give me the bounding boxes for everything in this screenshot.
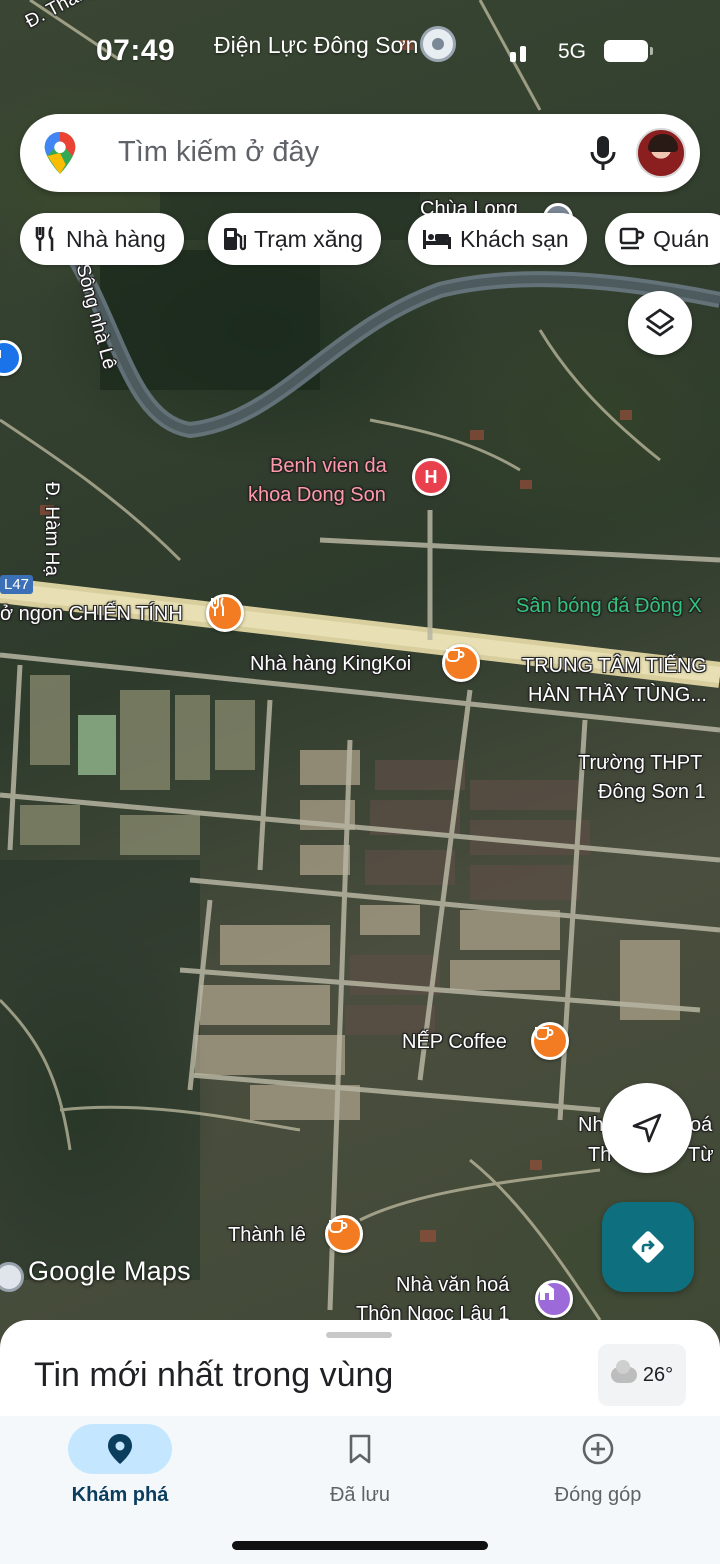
restaurant-poi-icon[interactable]: [206, 594, 244, 632]
nav-tab-saved[interactable]: Đã lưu: [240, 1416, 480, 1526]
road-label-ham-ha: Đ. Hàm Hạ: [41, 482, 62, 576]
layers-icon: [645, 308, 675, 337]
search-bar[interactable]: Tìm kiếm ở đây: [20, 114, 700, 192]
home-indicator[interactable]: [232, 1541, 488, 1550]
place-label-kingkoi: Nhà hàng KingKoi: [250, 653, 412, 675]
weather-badge[interactable]: 26°: [598, 1344, 686, 1406]
place-label-language-center-2: HÀN THẦY TÙNG...: [528, 684, 707, 706]
explore-pin-icon: [108, 1434, 132, 1464]
place-label-partial-oa: oá: [690, 1114, 713, 1136]
network-type: 5G: [558, 40, 587, 63]
cafe-icon: [619, 227, 645, 250]
chip-hotels[interactable]: Khách sạn: [408, 213, 587, 265]
nav-active-pill: [68, 1424, 172, 1474]
bookmark-icon: [349, 1434, 371, 1464]
cafe-poi-icon-thanh-le[interactable]: [325, 1215, 363, 1253]
cultural-house-poi-icon[interactable]: [535, 1280, 573, 1318]
place-label-partial-nh: Nh: [578, 1114, 604, 1136]
nav-tab-contribute[interactable]: Đóng góp: [478, 1416, 718, 1526]
avatar[interactable]: [636, 128, 686, 178]
place-label-thanh-le: Thành lê: [228, 1224, 306, 1246]
gas-station-icon: [224, 228, 246, 251]
nav-label: Khám phá: [71, 1484, 169, 1506]
directions-button[interactable]: [602, 1202, 694, 1292]
layers-button[interactable]: [628, 291, 692, 355]
my-location-button[interactable]: [602, 1083, 692, 1173]
restaurant-icon: [35, 226, 54, 251]
add-circle-icon: [582, 1433, 614, 1465]
chip-label: Khách sạn: [460, 225, 569, 252]
google-maps-watermark: Google Maps: [28, 1256, 191, 1286]
nav-pill: [546, 1424, 650, 1474]
google-maps-logo-icon: [44, 132, 76, 174]
place-pin-icon[interactable]: [420, 26, 456, 62]
chip-label: Nhà hàng: [66, 225, 166, 252]
cloud-icon: [610, 1360, 637, 1383]
chip-cafes[interactable]: Quán: [605, 213, 720, 265]
road-badge-l47: L47: [0, 575, 34, 594]
cafe-poi-icon-nep[interactable]: [531, 1022, 569, 1060]
status-time: 07:49: [96, 34, 176, 67]
signal-icon: [510, 46, 526, 62]
place-label-nep-coffee: NẾP Coffee: [402, 1031, 507, 1053]
place-label-chien-tinh: ở ngon CHIẾN TÍNH: [0, 603, 183, 625]
status-place-label: Điện Lực Đông Sơn: [214, 32, 419, 58]
chip-restaurants[interactable]: Nhà hàng: [20, 213, 184, 265]
place-label-cultural-house-1: Nhà văn hoá: [396, 1274, 510, 1296]
nav-label: Đã lưu: [329, 1484, 391, 1506]
place-label-language-center-1: TRUNG TÂM TIẾNG: [522, 655, 707, 677]
chip-label: Trạm xăng: [254, 225, 364, 252]
nav-pill: [308, 1424, 412, 1474]
place-label-partial-tu: Từ: [688, 1144, 714, 1166]
place-label-school-2: Đông Sơn 1: [598, 781, 706, 803]
battery-icon: [604, 40, 653, 62]
nav-tab-explore[interactable]: Khám phá: [0, 1416, 240, 1526]
place-label-school-1: Trường THPT: [578, 752, 703, 774]
sheet-title: Tin mới nhất trong vùng: [34, 1356, 394, 1394]
search-input[interactable]: Tìm kiếm ở đây: [118, 136, 319, 169]
microphone-icon[interactable]: [586, 134, 620, 172]
drag-handle[interactable]: [326, 1332, 392, 1338]
chip-label: Quán: [653, 225, 710, 252]
navigation-arrow-icon: [632, 1113, 662, 1143]
chip-gas-stations[interactable]: Trạm xăng: [208, 213, 382, 265]
hotel-icon: [423, 230, 451, 249]
hospital-poi-icon[interactable]: H: [412, 458, 450, 496]
cafe-poi-icon-kingkoi[interactable]: [442, 644, 480, 682]
place-label-hospital-line2: khoa Dong Son: [248, 484, 386, 506]
temperature: 26°: [642, 1363, 674, 1386]
place-label-hospital-line1: Benh vien da: [270, 455, 387, 477]
nav-label: Đóng góp: [554, 1484, 642, 1506]
place-label-stadium: Sân bóng đá Đông X: [516, 595, 702, 617]
directions-icon: [632, 1231, 664, 1263]
